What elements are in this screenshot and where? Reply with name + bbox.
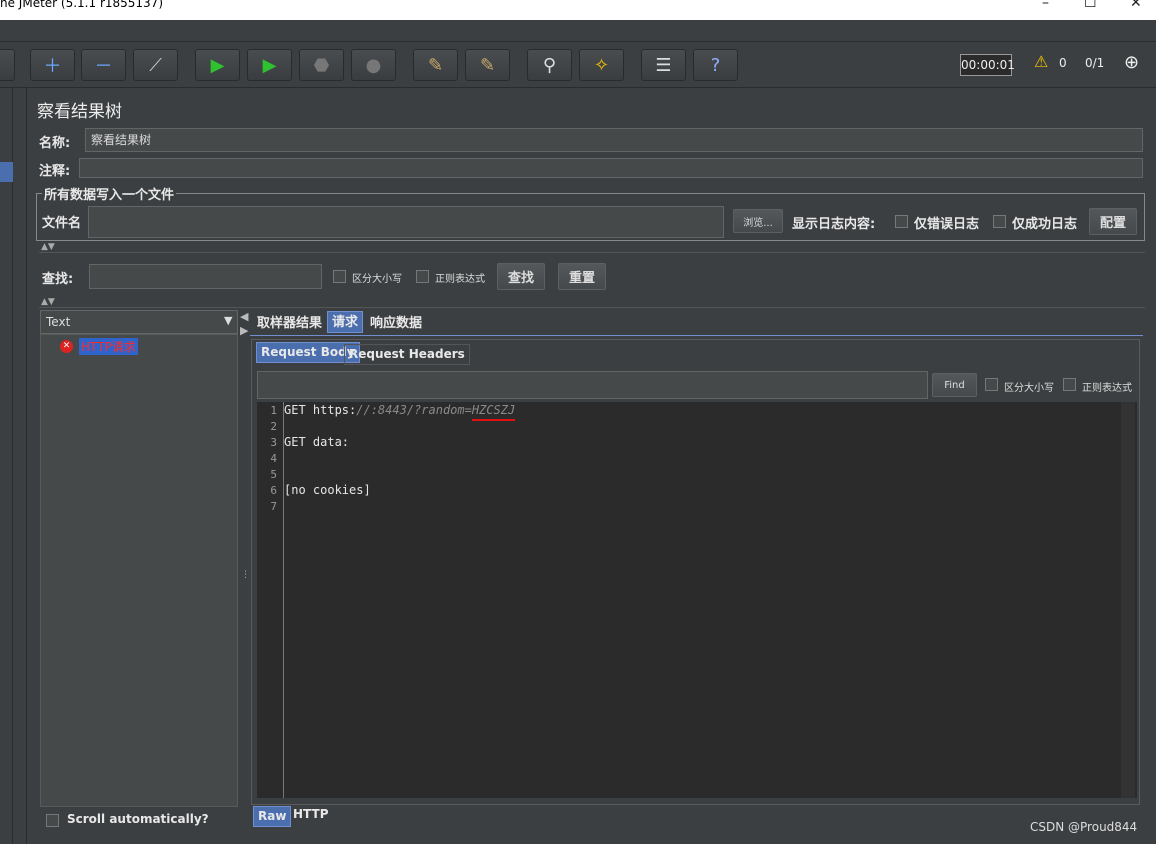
clear-all-icon[interactable]: ✎ [465, 49, 510, 81]
success-only-label: 仅成功日志 [1012, 217, 1078, 232]
random-param: HZCSZJ [471, 403, 516, 421]
errors-only-label: 仅错误日志 [914, 217, 980, 232]
split-right-arrow-icon[interactable]: ▶ [240, 324, 248, 337]
find-case-checkbox[interactable] [985, 378, 998, 391]
success-only-checkbox[interactable] [993, 215, 1006, 228]
warning-count: 0 [1059, 56, 1067, 70]
error-icon: ✕ [60, 340, 73, 353]
search-case-label: 区分大小写 [352, 274, 402, 285]
line-number: 3 [270, 436, 277, 449]
tab-response-data[interactable]: 响应数据 [366, 313, 426, 335]
splitter-arrows-icon[interactable]: ▲▼ [41, 242, 55, 252]
elapsed-timer: 00:00:01 [960, 54, 1015, 76]
code-line-6: [no cookies] [284, 483, 371, 497]
search-button[interactable]: 查找 [497, 263, 545, 290]
configure-button[interactable]: 配置 [1089, 208, 1137, 235]
reset-button[interactable]: 重置 [558, 263, 606, 290]
scroll-auto-checkbox[interactable] [46, 814, 59, 827]
tab-sampler-result[interactable]: 取样器结果 [253, 313, 326, 335]
line-number: 7 [270, 500, 277, 513]
reset-search-icon[interactable]: ✧ [579, 49, 624, 81]
warning-icon[interactable]: ⚠ [1034, 52, 1048, 71]
search-icon[interactable]: ⚲ [527, 49, 572, 81]
show-log-label: 显示日志内容: [792, 217, 876, 232]
find-input[interactable] [257, 371, 928, 399]
tab-request[interactable]: 请求 [327, 311, 364, 333]
divider [39, 252, 1145, 253]
line-number: 4 [270, 452, 277, 465]
test-plan-tree-strip [0, 88, 13, 844]
start-icon[interactable]: ▶ [195, 49, 240, 81]
line-number: 6 [270, 484, 277, 497]
selected-tree-node[interactable] [0, 162, 13, 182]
browse-button[interactable]: 浏览... [733, 209, 783, 233]
watermark: CSDN @Proud844 [1030, 820, 1138, 834]
file-group-title: 所有数据写入一个文件 [42, 184, 177, 203]
search-regex-label: 正则表达式 [435, 274, 485, 285]
thread-count: 0/1 [1085, 56, 1105, 70]
line-number: 1 [270, 404, 277, 417]
tab-underline [250, 335, 1143, 336]
clear-icon[interactable]: ✎ [413, 49, 458, 81]
request-url: //:8443/?random= [356, 403, 472, 417]
code-line-1: GET https://:8443/?random=HZCSZJ [284, 403, 516, 421]
menu-bar [0, 20, 1156, 42]
name-label: 名称: [39, 136, 71, 151]
toolbar: ＋ － ⟋ ▶ ▶ ⬣ ● ✎ ✎ ⚲ ✧ ☰ ? 00:00:01 ⚠ 0 0… [0, 42, 1156, 88]
search-regex-checkbox[interactable] [416, 270, 429, 283]
gutter-line [283, 402, 284, 798]
find-case-label: 区分大小写 [1004, 383, 1054, 394]
line-number: 2 [270, 420, 277, 433]
stop-icon[interactable]: ⬣ [299, 49, 344, 81]
function-helper-icon[interactable]: ☰ [641, 49, 686, 81]
file-label: 文件名 [42, 216, 82, 231]
minimize-button[interactable]: – [1042, 0, 1049, 11]
divider [39, 307, 1145, 308]
maximize-button[interactable]: ☐ [1084, 0, 1097, 11]
editor-scrollbar[interactable] [1121, 402, 1135, 798]
remote-icon[interactable]: ⊕ [1124, 52, 1139, 73]
split-left-arrow-icon[interactable]: ◀ [240, 310, 248, 323]
renderer-select[interactable]: Text [40, 310, 238, 334]
find-regex-label: 正则表达式 [1082, 383, 1132, 394]
collapse-icon[interactable]: － [81, 49, 126, 81]
comment-field[interactable] [79, 158, 1143, 178]
errors-only-checkbox[interactable] [895, 215, 908, 228]
title-bar: he JMeter (5.1.1 r1855137) – ☐ ✕ [0, 0, 1156, 20]
tab-raw[interactable]: Raw [253, 806, 292, 827]
results-tree-panel: 察看结果树 名称: 察看结果树 注释: 所有数据写入一个文件 文件名 浏览...… [26, 88, 1156, 844]
close-button[interactable]: ✕ [1130, 0, 1142, 11]
split-grip-icon[interactable]: ⋮ [241, 570, 250, 580]
code-line-3: GET data: [284, 435, 350, 449]
request-method: GET https: [284, 403, 357, 417]
name-field[interactable]: 察看结果树 [85, 128, 1143, 152]
search-label: 查找: [42, 272, 74, 287]
page-title: 察看结果树 [37, 102, 122, 122]
search-case-checkbox[interactable] [333, 270, 346, 283]
find-regex-checkbox[interactable] [1063, 378, 1076, 391]
tab-http[interactable]: HTTP [289, 805, 332, 826]
code-editor[interactable]: 1 2 3 4 5 6 7 GET https://:8443/?random=… [257, 402, 1137, 798]
shutdown-icon[interactable]: ● [351, 49, 396, 81]
start-no-pause-icon[interactable]: ▶ [247, 49, 292, 81]
toggle-icon[interactable]: ⟋ [133, 49, 178, 81]
scroll-auto-label: Scroll automatically? [67, 812, 209, 826]
search-input[interactable] [89, 264, 322, 289]
tab-request-headers[interactable]: Request Headers [344, 344, 470, 365]
find-button[interactable]: Find [932, 373, 977, 397]
line-number: 5 [270, 468, 277, 481]
chevron-down-icon[interactable]: ▼ [224, 314, 232, 327]
window-title: he JMeter (5.1.1 r1855137) [0, 0, 164, 10]
expand-icon[interactable]: ＋ [30, 49, 75, 81]
result-tree: ✕ HTTP请求 [40, 334, 238, 807]
filename-field[interactable] [88, 206, 724, 238]
tree-item-http-request[interactable]: HTTP请求 [79, 338, 138, 355]
splitter-arrows-icon-2[interactable]: ▲▼ [41, 297, 55, 307]
comment-label: 注释: [39, 164, 71, 179]
help-icon[interactable]: ? [693, 49, 738, 81]
toolbar-edge-button[interactable] [0, 49, 15, 81]
